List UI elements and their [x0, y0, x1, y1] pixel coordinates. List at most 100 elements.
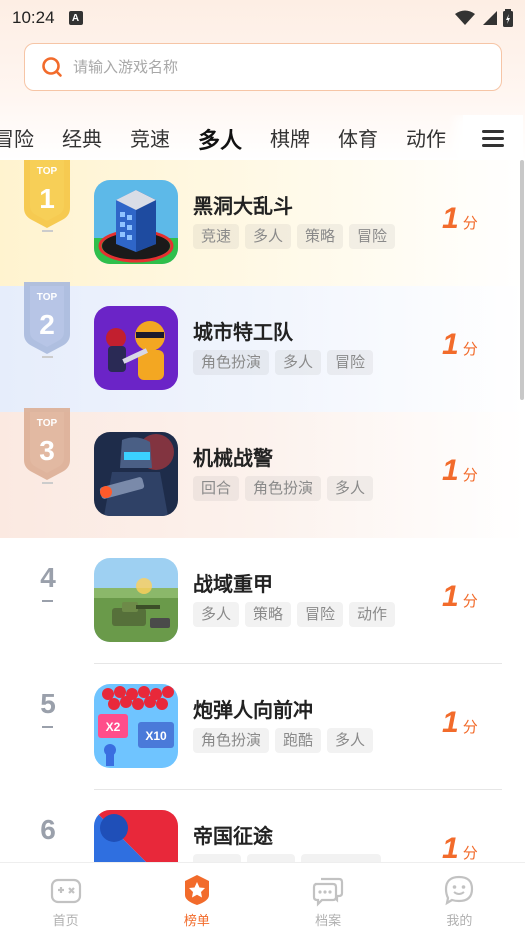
rank-number: 5 — [40, 688, 56, 719]
silver-rank-badge-icon: TOP 2 — [24, 282, 70, 354]
tab-classic[interactable]: 经典 — [62, 123, 102, 155]
tag[interactable]: 策略 — [297, 224, 344, 249]
app-icon-black-hole[interactable] — [94, 180, 178, 264]
app-icon-city-agent[interactable] — [94, 306, 178, 390]
score-value: 1 — [442, 328, 459, 361]
nav-archive[interactable]: 档案 — [263, 863, 394, 935]
nav-label: 档案 — [315, 914, 342, 929]
tab-multiplayer[interactable]: 多人 — [198, 123, 242, 155]
app-name: 战域重甲 — [193, 572, 273, 596]
svg-text:1: 1 — [39, 183, 55, 214]
app-name: 炮弹人向前冲 — [193, 698, 313, 722]
score-value: 1 — [442, 454, 459, 487]
nav-ranking[interactable]: 榜单 — [131, 863, 262, 935]
menu-icon — [482, 130, 504, 147]
list-item[interactable]: TOP 3 机械战警 回合 角色扮演 多人 1 分 — [0, 408, 525, 538]
status-bar: 10:24 A — [0, 0, 525, 36]
tag[interactable]: 多人 — [193, 602, 240, 627]
score-unit: 分 — [462, 214, 478, 232]
app-name: 帝国征途 — [193, 824, 273, 848]
nav-label: 我的 — [446, 914, 473, 929]
tab-adventure[interactable]: 冒险 — [0, 123, 34, 155]
list-item[interactable]: 6 帝国征途 1 分 — [0, 790, 525, 862]
tag[interactable]: 多人 — [327, 728, 374, 753]
score: 1 分 — [442, 456, 478, 486]
app-icon-war-armor[interactable] — [94, 558, 178, 642]
tab-action[interactable]: 动作 — [406, 123, 446, 155]
app-icon-empire[interactable] — [94, 810, 178, 862]
svg-text:TOP: TOP — [37, 418, 58, 429]
battery-icon — [503, 9, 513, 27]
tag[interactable]: 冒险 — [297, 602, 344, 627]
svg-text:TOP: TOP — [37, 292, 58, 303]
search-input[interactable] — [73, 58, 501, 76]
gold-rank-badge-icon: TOP 1 — [24, 160, 70, 228]
list-item[interactable]: TOP 1 黑洞大乱斗 竞速 多人 策略 冒险 1 分 — [0, 160, 525, 286]
score-unit: 分 — [462, 592, 478, 610]
nav-label: 榜单 — [183, 914, 210, 929]
tag-list: 角色扮演 跑酷 多人 — [193, 728, 374, 753]
score: 1 分 — [442, 204, 478, 234]
scrollbar[interactable] — [520, 160, 524, 400]
tag[interactable]: 角色扮演 — [245, 476, 322, 501]
tag-list — [193, 854, 381, 862]
tag-list: 角色扮演 多人 冒险 — [193, 350, 374, 375]
gamepad-icon — [50, 878, 81, 904]
app-name: 机械战警 — [193, 446, 273, 470]
tab-racing[interactable]: 竞速 — [130, 123, 170, 155]
nav-profile[interactable]: 我的 — [394, 863, 525, 935]
list-item[interactable]: TOP 2 城市特工队 角色扮演 多人 冒险 1 分 — [0, 282, 525, 412]
tab-sports[interactable]: 体育 — [338, 123, 378, 155]
app-icon-robocop[interactable] — [94, 432, 178, 516]
score-unit: 分 — [462, 718, 478, 736]
tag[interactable]: 回合 — [193, 476, 240, 501]
tag[interactable]: 策略 — [245, 602, 292, 627]
chat-bubbles-icon — [313, 877, 344, 907]
rank-dash — [42, 482, 53, 484]
score-value: 1 — [442, 580, 459, 613]
search-icon — [42, 57, 62, 77]
score: 1 分 — [442, 708, 478, 738]
tag-list: 多人 策略 冒险 动作 — [193, 602, 396, 627]
nav-home[interactable]: 首页 — [0, 863, 131, 935]
tag[interactable]: 多人 — [245, 224, 292, 249]
search-bar[interactable] — [24, 43, 502, 91]
tag[interactable]: 多人 — [327, 476, 374, 501]
score-unit: 分 — [462, 844, 478, 862]
score-unit: 分 — [462, 340, 478, 358]
tag[interactable]: 竞速 — [193, 224, 240, 249]
tag[interactable]: 冒险 — [349, 224, 396, 249]
tag[interactable] — [247, 854, 295, 862]
svg-text:2: 2 — [39, 309, 55, 340]
category-menu-button[interactable] — [463, 115, 523, 161]
app-name: 黑洞大乱斗 — [193, 194, 293, 218]
tag[interactable]: 多人 — [275, 350, 322, 375]
score-value: 1 — [442, 202, 459, 235]
tag[interactable]: 角色扮演 — [193, 728, 270, 753]
status-time: 10:24 — [12, 8, 55, 27]
tag[interactable]: 冒险 — [327, 350, 374, 375]
tag-list: 竞速 多人 策略 冒险 — [193, 224, 396, 249]
category-tabs: 冒险 经典 竞速 多人 棋牌 体育 动作 — [0, 115, 525, 161]
tag[interactable]: 跑酷 — [275, 728, 322, 753]
tab-board-card[interactable]: 棋牌 — [270, 123, 310, 155]
app-icon-cannon-man[interactable]: X2 X10 — [94, 684, 178, 768]
rank-dash — [42, 230, 53, 232]
bottom-nav: 首页 榜单 档案 我的 — [0, 862, 525, 935]
rank-number: 6 — [40, 814, 56, 845]
tag[interactable]: 动作 — [349, 602, 396, 627]
tag[interactable] — [301, 854, 381, 862]
svg-text:X10: X10 — [145, 729, 167, 743]
list-item[interactable]: 5 X2 X10 炮弹人向前冲 角色扮演 跑酷 多人 1 分 — [0, 664, 525, 790]
badge-star-icon — [184, 875, 209, 905]
tag[interactable]: 角色扮演 — [193, 350, 270, 375]
svg-text:3: 3 — [39, 435, 55, 466]
score: 1 分 — [442, 330, 478, 360]
rank-number: 4 — [40, 562, 56, 593]
score-value: 1 — [442, 832, 459, 863]
nav-label: 首页 — [52, 914, 79, 929]
list-item[interactable]: 4 战域重甲 多人 策略 冒险 动作 1 分 — [0, 538, 525, 664]
tag-list: 回合 角色扮演 多人 — [193, 476, 374, 501]
tag[interactable] — [193, 854, 241, 862]
score: 1 分 — [442, 832, 478, 863]
